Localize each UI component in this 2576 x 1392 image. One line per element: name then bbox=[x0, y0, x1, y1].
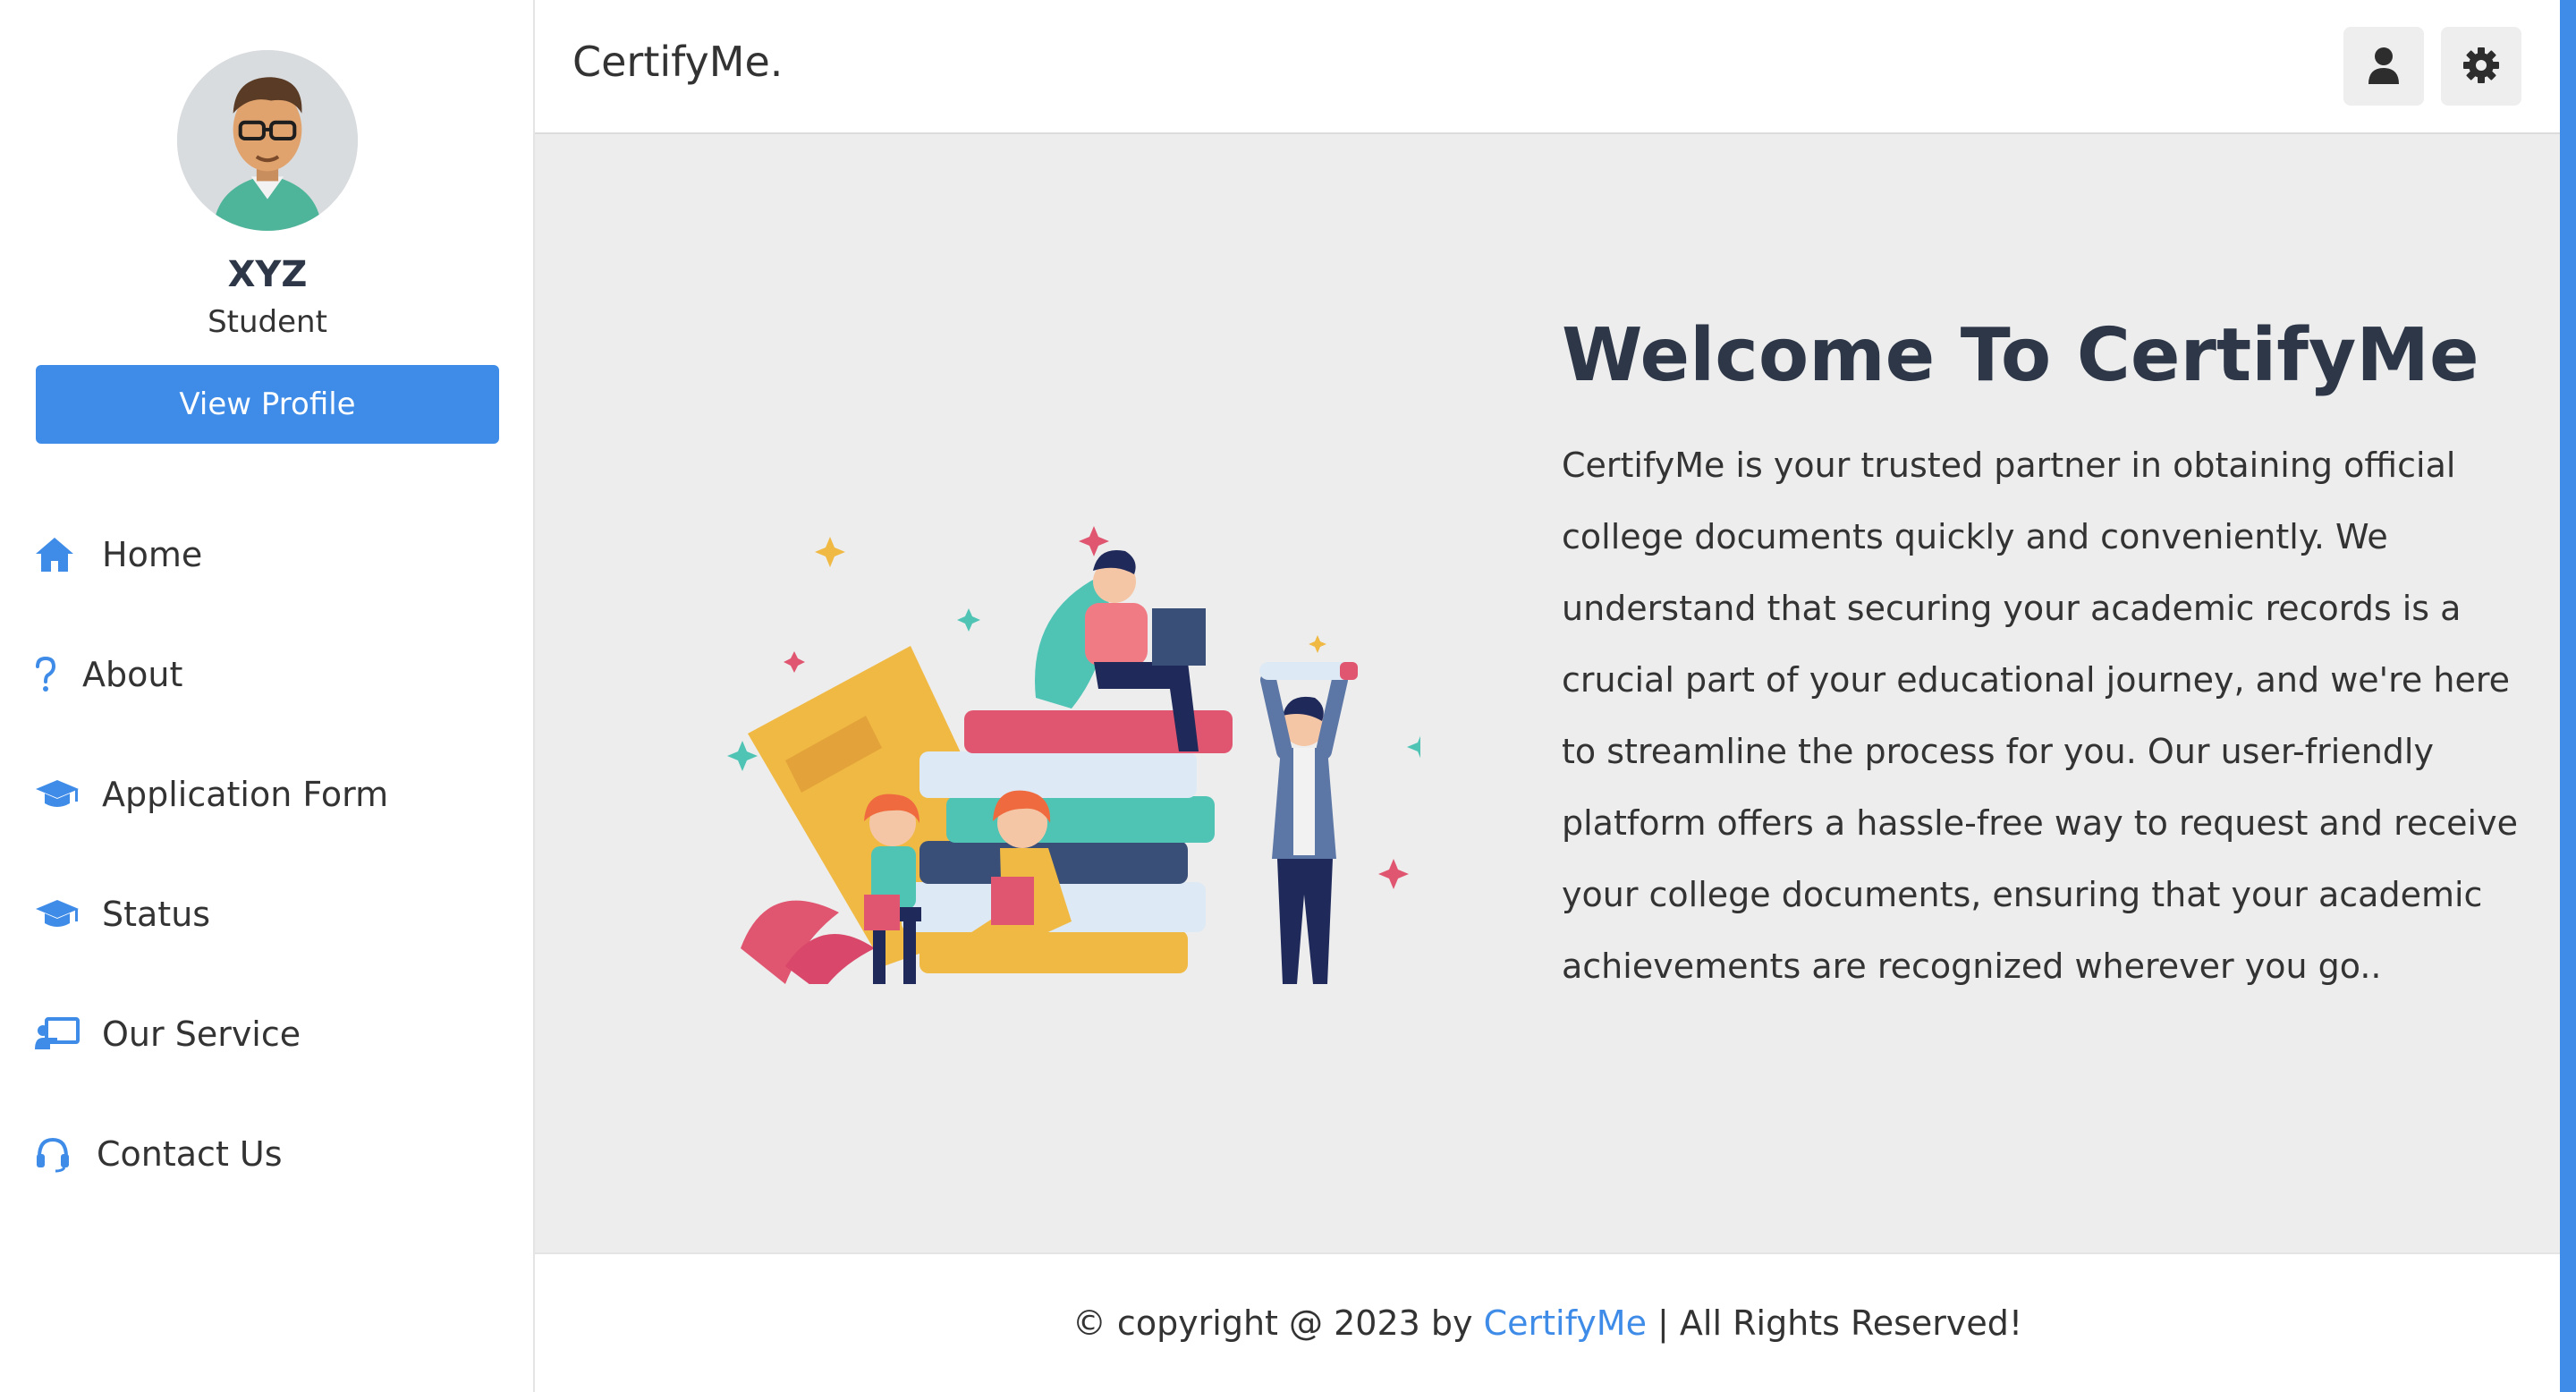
avatar-illustration bbox=[177, 50, 358, 231]
sidebar-item-label: Our Service bbox=[102, 1014, 301, 1054]
brand-title[interactable]: CertifyMe. bbox=[572, 38, 783, 86]
sidebar-item-contact-us[interactable]: Contact Us bbox=[34, 1118, 283, 1190]
graduation-cap-icon bbox=[34, 891, 80, 938]
user-icon bbox=[2367, 47, 2401, 87]
page-scrollbar[interactable] bbox=[2560, 0, 2576, 1392]
sidebar-item-label: Application Form bbox=[102, 775, 389, 814]
sidebar-item-our-service[interactable]: Our Service bbox=[34, 998, 301, 1070]
sidebar-item-label: Status bbox=[102, 895, 211, 934]
presentation-icon bbox=[34, 1011, 80, 1057]
home-icon bbox=[34, 531, 80, 578]
question-icon bbox=[34, 651, 61, 698]
main-content: Welcome To CertifyMe CertifyMe is your t… bbox=[535, 134, 2560, 1252]
sidebar-item-label: Home bbox=[102, 535, 203, 574]
view-profile-button[interactable]: View Profile bbox=[36, 365, 499, 444]
sidebar-item-label: Contact Us bbox=[97, 1134, 283, 1174]
sidebar-item-about[interactable]: About bbox=[34, 639, 182, 710]
profile-role: Student bbox=[208, 304, 327, 340]
settings-button[interactable] bbox=[2441, 27, 2521, 106]
footer: © copyright @ 2023 by CertifyMe | All Ri… bbox=[535, 1252, 2560, 1392]
graduation-cap-icon bbox=[34, 771, 80, 818]
app-window: XYZ Student View Profile Home About Appl bbox=[0, 0, 2576, 1392]
sidebar: XYZ Student View Profile Home About Appl bbox=[0, 0, 535, 1392]
headset-icon bbox=[34, 1131, 75, 1177]
profile-name: XYZ bbox=[227, 254, 308, 295]
hero-illustration bbox=[651, 376, 1420, 984]
footer-brand-link[interactable]: CertifyMe bbox=[1484, 1303, 1647, 1343]
footer-rights-text: | All Rights Reserved! bbox=[1646, 1303, 2023, 1343]
welcome-description: CertifyMe is your trusted partner in obt… bbox=[1562, 446, 2518, 986]
sidebar-item-home[interactable]: Home bbox=[34, 519, 202, 590]
gear-icon bbox=[2462, 46, 2501, 88]
sidebar-item-application-form[interactable]: Application Form bbox=[34, 759, 388, 830]
sidebar-item-status[interactable]: Status bbox=[34, 878, 210, 950]
footer-copyright-prefix: © copyright @ 2023 by bbox=[1072, 1303, 1484, 1343]
top-header: CertifyMe. bbox=[535, 0, 2560, 134]
sidebar-item-label: About bbox=[82, 655, 183, 694]
user-button[interactable] bbox=[2343, 27, 2424, 106]
welcome-title: Welcome To CertifyMe bbox=[1562, 313, 2479, 398]
avatar bbox=[177, 50, 358, 231]
